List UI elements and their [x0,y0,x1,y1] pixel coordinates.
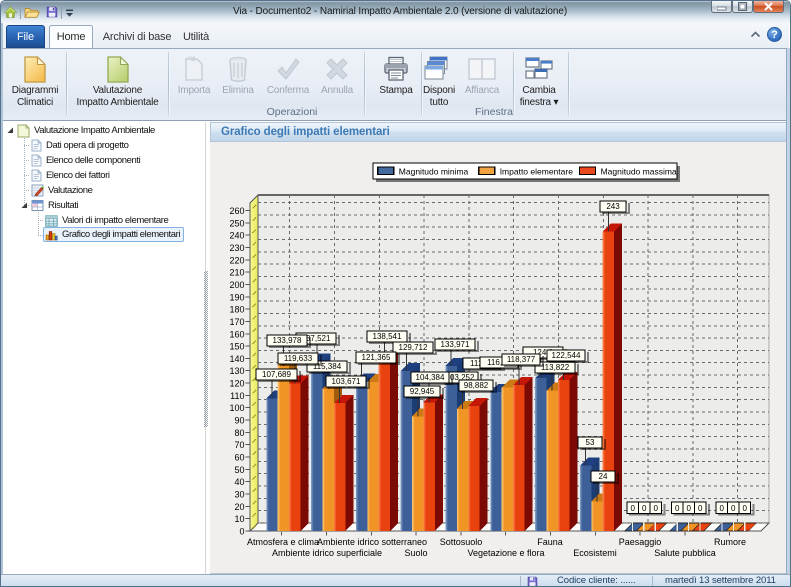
svg-text:Fauna: Fauna [537,537,563,547]
svg-text:Salute pubblica: Salute pubblica [654,548,716,558]
svg-text:Sottosuolo: Sottosuolo [440,537,483,547]
svg-text:243: 243 [606,202,620,211]
svg-text:0: 0 [239,527,244,537]
svg-text:Magnitudo minima: Magnitudo minima [399,167,469,177]
svg-text:190: 190 [229,292,244,302]
svg-text:Suolo: Suolo [404,548,427,558]
svg-text:0: 0 [719,504,724,513]
svg-text:140: 140 [229,354,244,364]
svg-text:120: 120 [229,379,244,389]
svg-text:250: 250 [229,218,244,228]
svg-text:107,689: 107,689 [262,370,291,379]
svg-text:118,377: 118,377 [507,355,536,364]
svg-text:40: 40 [234,477,244,487]
svg-text:122,544: 122,544 [552,351,581,360]
svg-text:60: 60 [234,453,244,463]
svg-text:70: 70 [234,440,244,450]
svg-text:Atmosfera e clima: Atmosfera e clima [247,537,319,547]
svg-text:0: 0 [742,504,747,513]
svg-text:98,882: 98,882 [464,381,489,390]
svg-text:Ecosistemi: Ecosistemi [573,548,617,558]
svg-text:10: 10 [234,514,244,524]
svg-text:50: 50 [234,465,244,475]
svg-text:80: 80 [234,428,244,438]
svg-text:150: 150 [229,342,244,352]
svg-text:180: 180 [229,305,244,315]
svg-text:Rumore: Rumore [714,537,746,547]
svg-text:53: 53 [586,438,595,447]
svg-text:Magnitudo massima: Magnitudo massima [601,167,677,177]
svg-text:Impatto elementare: Impatto elementare [500,167,574,177]
svg-text:0: 0 [698,504,703,513]
svg-text:Vegetazione e flora: Vegetazione e flora [467,548,544,558]
svg-text:110: 110 [230,391,244,401]
svg-text:133,978: 133,978 [273,336,302,345]
svg-text:260: 260 [229,206,244,216]
svg-text:0: 0 [686,504,691,513]
svg-text:170: 170 [229,317,244,327]
svg-text:104,384: 104,384 [416,373,445,382]
svg-text:30: 30 [234,490,244,500]
svg-text:119,633: 119,633 [284,354,313,363]
svg-text:138,541: 138,541 [373,332,402,341]
svg-text:129,712: 129,712 [399,343,428,352]
svg-text:0: 0 [653,504,658,513]
svg-text:200: 200 [229,280,244,290]
svg-text:100: 100 [229,403,244,413]
svg-text:240: 240 [229,231,244,241]
svg-text:0: 0 [642,504,647,513]
svg-text:0: 0 [630,504,635,513]
svg-text:210: 210 [229,268,244,278]
svg-text:121,365: 121,365 [362,353,391,362]
svg-text:0: 0 [731,504,736,513]
svg-text:103,671: 103,671 [332,377,361,386]
svg-text:24: 24 [599,472,608,481]
svg-text:130: 130 [229,366,244,376]
svg-text:113,822: 113,822 [541,363,570,372]
svg-text:Ambiente idrico sotterraneo: Ambiente idrico sotterraneo [317,537,427,547]
svg-text:133,971: 133,971 [441,340,470,349]
svg-text:20: 20 [234,502,244,512]
svg-text:220: 220 [229,255,244,265]
svg-text:0: 0 [675,504,680,513]
svg-text:90: 90 [234,416,244,426]
svg-text:230: 230 [229,243,244,253]
svg-text:Ambiente idrico superficiale: Ambiente idrico superficiale [272,548,382,558]
svg-text:92,945: 92,945 [410,387,435,396]
svg-text:160: 160 [229,329,244,339]
svg-text:Paesaggio: Paesaggio [619,537,662,547]
